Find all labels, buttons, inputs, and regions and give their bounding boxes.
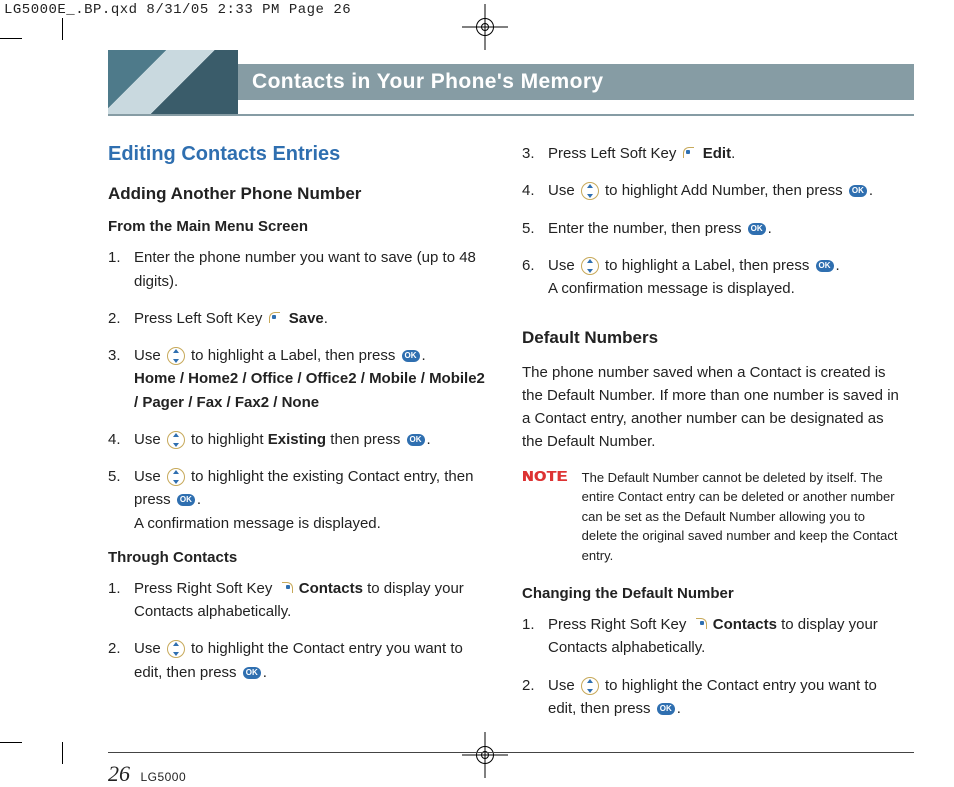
- ok-key-icon: [748, 223, 766, 235]
- step-text: .: [197, 491, 201, 508]
- section-heading: Editing Contacts Entries: [108, 142, 488, 166]
- step-text: Press Right Soft Key: [134, 580, 277, 597]
- step-text: .: [768, 220, 772, 237]
- key-label: Existing: [268, 431, 326, 448]
- key-label: Contacts: [713, 616, 777, 633]
- step: Use to highlight the Contact entry you w…: [108, 637, 488, 684]
- label-options: Home / Home2 / Office / Office2 / Mobile…: [134, 370, 485, 410]
- right-soft-key-icon: [279, 582, 293, 596]
- nav-key-icon: [167, 347, 185, 365]
- steps-change-default: Press Right Soft Key Contacts to display…: [522, 613, 902, 720]
- ok-key-icon: [407, 434, 425, 446]
- step-text: .: [427, 431, 431, 448]
- banner-photo: [108, 50, 238, 114]
- nav-key-icon: [581, 257, 599, 275]
- nav-key-icon: [167, 640, 185, 658]
- key-label: Edit: [703, 145, 731, 162]
- step: Use to highlight the existing Contact en…: [108, 465, 488, 535]
- key-label: Save: [289, 310, 324, 327]
- print-slug: LG5000E_.BP.qxd 8/31/05 2:33 PM Page 26: [0, 0, 355, 20]
- step-text: .: [677, 700, 681, 717]
- step-text: to highlight: [191, 431, 268, 448]
- step-text: Press Right Soft Key: [548, 616, 691, 633]
- subsection-heading: Adding Another Phone Number: [108, 184, 488, 204]
- ok-key-icon: [849, 185, 867, 197]
- registration-mark-top: [462, 4, 508, 50]
- procedure-heading: From the Main Menu Screen: [108, 218, 488, 236]
- step-text: Use: [134, 640, 165, 657]
- left-soft-key-icon: [269, 312, 283, 326]
- crop-mark: [62, 18, 63, 40]
- step: Enter the number, then press .: [522, 217, 902, 240]
- ok-key-icon: [816, 260, 834, 272]
- procedure-heading: Through Contacts: [108, 549, 488, 567]
- step-text: Use: [134, 468, 165, 485]
- step: Use to highlight a Label, then press . A…: [522, 254, 902, 301]
- chapter-banner: Contacts in Your Phone's Memory: [108, 50, 914, 114]
- ok-key-icon: [402, 350, 420, 362]
- note-text: The Default Number cannot be deleted by …: [582, 468, 902, 566]
- step-text: .: [263, 664, 267, 681]
- manual-page: LG5000E_.BP.qxd 8/31/05 2:33 PM Page 26 …: [0, 0, 954, 781]
- banner-rule: [108, 114, 914, 116]
- ok-key-icon: [177, 494, 195, 506]
- steps-main-menu: Enter the phone number you want to save …: [108, 246, 488, 535]
- steps-continued: Press Left Soft Key Edit. Use to highlig…: [522, 142, 902, 300]
- step: Enter the phone number you want to save …: [108, 246, 488, 293]
- step: Use to highlight the Contact entry you w…: [522, 674, 902, 721]
- body-text: The phone number saved when a Contact is…: [522, 361, 902, 454]
- step-text: Use: [134, 431, 165, 448]
- step: Press Right Soft Key Contacts to display…: [522, 613, 902, 660]
- note-block: NOTE The Default Number cannot be delete…: [522, 468, 902, 566]
- step-text: Use: [548, 182, 579, 199]
- step-text: Use: [548, 677, 579, 694]
- step-text: then press: [326, 431, 404, 448]
- model-name: LG5000: [140, 770, 186, 784]
- step-text: to highlight Add Number, then press: [605, 182, 847, 199]
- step-text: Press Left Soft Key: [548, 145, 681, 162]
- note-label: NOTE: [522, 468, 568, 566]
- step-text: A confirmation message is displayed.: [548, 280, 795, 297]
- step-text: .: [869, 182, 873, 199]
- step: Press Left Soft Key Edit.: [522, 142, 902, 165]
- page-content: Contacts in Your Phone's Memory Editing …: [108, 50, 914, 787]
- right-column: Press Left Soft Key Edit. Use to highlig…: [522, 142, 902, 734]
- step-text: Enter the number, then press: [548, 220, 746, 237]
- step: Use to highlight Add Number, then press …: [522, 179, 902, 202]
- nav-key-icon: [581, 677, 599, 695]
- step-text: .: [422, 347, 426, 364]
- subsection-heading: Default Numbers: [522, 328, 902, 348]
- step: Use to highlight Existing then press .: [108, 428, 488, 451]
- chapter-title: Contacts in Your Phone's Memory: [238, 64, 914, 100]
- right-soft-key-icon: [693, 618, 707, 632]
- key-label: Contacts: [299, 580, 363, 597]
- step-text: to highlight a Label, then press: [191, 347, 399, 364]
- steps-through-contacts: Press Right Soft Key Contacts to display…: [108, 577, 488, 684]
- step-text: Use: [134, 347, 165, 364]
- nav-key-icon: [167, 468, 185, 486]
- page-footer: 26 LG5000: [108, 752, 914, 787]
- crop-mark: [0, 742, 22, 743]
- step-text: .: [324, 310, 328, 327]
- step: Use to highlight a Label, then press . H…: [108, 344, 488, 414]
- step: Press Left Soft Key Save.: [108, 307, 488, 330]
- step-text: Press Left Soft Key: [134, 310, 267, 327]
- step-text: Use: [548, 257, 579, 274]
- crop-mark: [0, 38, 22, 39]
- left-column: Editing Contacts Entries Adding Another …: [108, 142, 488, 734]
- crop-mark: [62, 742, 63, 764]
- nav-key-icon: [581, 182, 599, 200]
- ok-key-icon: [657, 703, 675, 715]
- nav-key-icon: [167, 431, 185, 449]
- page-number: 26: [108, 761, 130, 786]
- procedure-heading: Changing the Default Number: [522, 585, 902, 603]
- step-text: .: [731, 145, 735, 162]
- step-text: A confirmation message is displayed.: [134, 515, 381, 532]
- step: Press Right Soft Key Contacts to display…: [108, 577, 488, 624]
- ok-key-icon: [243, 667, 261, 679]
- step-text: .: [836, 257, 840, 274]
- left-soft-key-icon: [683, 147, 697, 161]
- step-text: to highlight a Label, then press: [605, 257, 813, 274]
- step-text: Enter the phone number you want to save …: [134, 249, 476, 289]
